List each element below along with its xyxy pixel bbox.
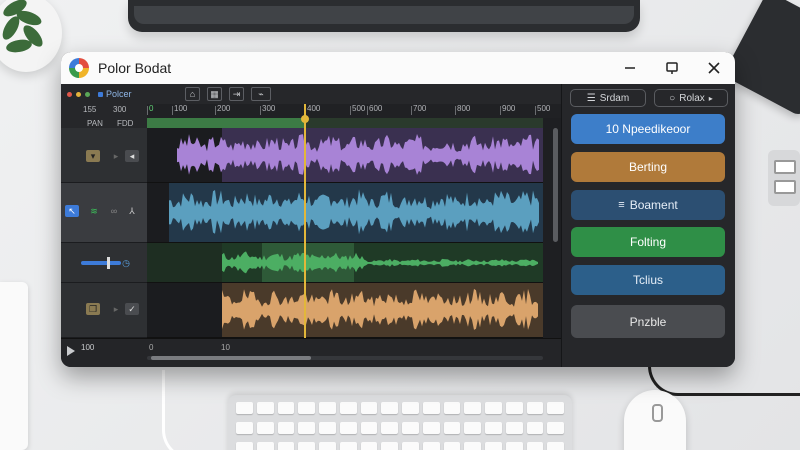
track-lane-4[interactable] [147, 283, 543, 338]
minimize-button[interactable] [609, 52, 651, 84]
usb-hub [768, 150, 800, 206]
close-icon [708, 62, 720, 74]
transport-bar: 100 0 10 [61, 338, 561, 367]
mute-icon[interactable]: ◂ [125, 150, 139, 162]
list-icon: ☰ [586, 92, 596, 104]
ruler-tick: 300 [259, 104, 276, 115]
ruler-tick: 700 [410, 104, 427, 115]
ruler-tick: 500 [349, 104, 366, 115]
ruler-tick: 900 [499, 104, 516, 115]
play-icon[interactable] [67, 346, 75, 356]
footer-label: 0 [149, 343, 154, 352]
check-icon[interactable]: ✓ [125, 303, 139, 315]
track-lane-3[interactable] [147, 243, 543, 283]
clock-icon[interactable]: ◷ [119, 257, 133, 269]
ruler-tick: 400 [304, 104, 321, 115]
maximize-icon [666, 62, 678, 74]
boament-button[interactable]: ≡ Boament [571, 190, 725, 220]
waveform-1 [177, 134, 539, 175]
cable-left [162, 370, 214, 450]
play-small-icon[interactable]: ▸ [109, 303, 123, 315]
ruler-tick: 0 [146, 104, 154, 115]
header-number: 155 [83, 105, 97, 114]
time-display: 100 [81, 343, 95, 352]
notepad [0, 282, 28, 450]
folder-icon[interactable]: ▾ [86, 150, 100, 162]
volume-slider-thumb[interactable] [107, 257, 110, 269]
waveform-4 [222, 288, 538, 330]
ruler-tick: 600 [366, 104, 383, 115]
chevron-right-icon: ▸ [708, 93, 713, 103]
loop-region-bar[interactable] [147, 118, 543, 128]
right-panel: ☰ Srdam ○ Rolax ▸ 10 Npeedikeoor Berting… [561, 84, 735, 367]
record-arm-icon[interactable]: ↖ [65, 205, 79, 217]
window-title: Polor Bodat [98, 60, 172, 76]
title-bar: Polor Bodat [61, 52, 735, 84]
footer-label: 10 [221, 343, 230, 352]
folting-button[interactable]: Folting [571, 227, 725, 257]
srdam-toggle[interactable]: ☰ Srdam [570, 89, 646, 107]
button-label: Pnzble [629, 314, 667, 329]
monitor-stand [128, 0, 640, 32]
ruler-tick: 500 [534, 104, 551, 115]
maximize-button[interactable] [651, 52, 693, 84]
track-header-4[interactable]: ❐ ▸ ✓ [61, 283, 147, 338]
link-icon[interactable]: ∞ [107, 205, 121, 217]
timeline-ruler[interactable]: 0 100 200 300 400 500 600 700 800 900 50… [146, 104, 561, 118]
grid-tool-icon[interactable]: ▦ [207, 87, 222, 101]
berting-button[interactable]: Berting [571, 152, 725, 182]
volume-slider[interactable] [81, 261, 121, 265]
snap-tool-icon[interactable]: ⌁ [251, 87, 271, 101]
toolbar: Polcer ⌂ ▦ ⇥ ⌁ [61, 84, 561, 104]
horizontal-scrollbar-thumb[interactable] [151, 356, 311, 360]
button-label: Boament [629, 198, 678, 212]
tclius-button[interactable]: Tclius [571, 265, 725, 295]
cable-right [648, 366, 800, 396]
ruler-tick: 100 [171, 104, 188, 115]
waveform-2 [169, 189, 539, 235]
mouse [624, 390, 686, 450]
select-tool-icon[interactable]: ⌂ [185, 87, 200, 101]
vertical-scrollbar[interactable] [553, 128, 558, 242]
circle-icon: ○ [669, 92, 676, 104]
track-lane-2[interactable] [147, 183, 543, 243]
pnzble-button[interactable]: Pnzble [571, 305, 725, 338]
pill-label: Srdam [599, 92, 630, 104]
rolax-toggle[interactable]: ○ Rolax ▸ [654, 89, 728, 107]
close-button[interactable] [693, 52, 735, 84]
waveform-3 [222, 251, 538, 274]
button-label: 10 Npeedikeoor [605, 122, 691, 136]
track-header-3[interactable]: ◷ [61, 243, 147, 283]
track-lane-1[interactable] [147, 128, 543, 183]
playhead[interactable] [301, 104, 309, 362]
bookmark-icon[interactable]: ❐ [86, 303, 100, 315]
wifi-icon[interactable]: ≋ [87, 205, 101, 217]
pill-label: Rolax [679, 92, 705, 104]
play-small-icon[interactable]: ▸ [109, 150, 123, 162]
split-tool-icon[interactable]: ⇥ [229, 87, 244, 101]
loop-selection[interactable] [147, 118, 305, 128]
ruler-tick: 800 [454, 104, 471, 115]
header-number: FDD [117, 119, 134, 128]
app-logo-icon [69, 58, 89, 78]
ruler-tick: 200 [214, 104, 231, 115]
split-icon[interactable]: ⅄ [125, 205, 139, 217]
toolbar-label[interactable]: Polcer [98, 89, 132, 99]
minimize-icon [625, 67, 635, 69]
npeedikeoor-button[interactable]: 10 Npeedikeoor [571, 114, 725, 144]
window-dots [67, 91, 90, 97]
track-header-2[interactable]: ↖ ≋ ∞ ⅄ [61, 183, 147, 243]
header-number: PAN [87, 119, 103, 128]
track-header-1[interactable]: ▾ ▸ ◂ [61, 128, 147, 183]
header-number: 300 [113, 105, 127, 114]
button-label: Folting [629, 235, 667, 249]
menu-icon: ≡ [618, 199, 625, 211]
keyboard [228, 395, 572, 450]
button-label: Berting [628, 160, 668, 174]
button-label: Tclius [632, 273, 663, 287]
app-window: Polor Bodat Polcer ⌂ ▦ ⇥ ⌁ 155 300 PAN F… [61, 52, 735, 367]
